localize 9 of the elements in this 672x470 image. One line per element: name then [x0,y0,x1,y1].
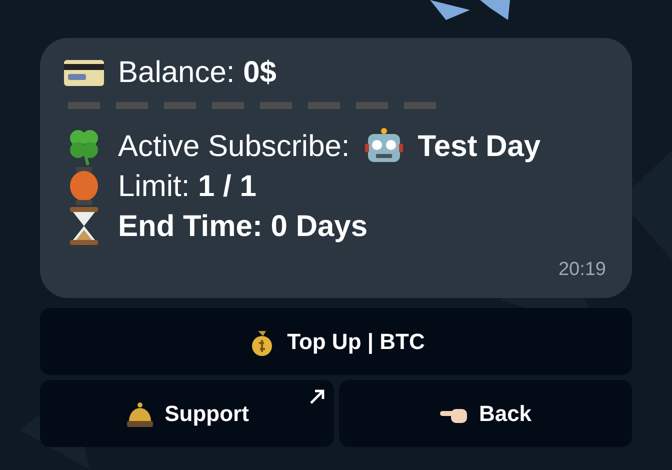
subscription-label: Active Subscribe: [118,128,350,164]
subscription-value: Test Day [418,128,541,164]
keyboard-button[interactable]: Back [338,380,632,447]
message-text: End Time: 0 Days [118,208,368,244]
message-text: Limit: 1 / 1 [118,168,256,204]
message-text: Balance: 0$ [118,54,276,90]
message-time: 20:19 [558,258,606,282]
keyboard-button[interactable]: Top Up | BTC [40,308,632,375]
keyboard-button[interactable]: Support [40,380,334,447]
